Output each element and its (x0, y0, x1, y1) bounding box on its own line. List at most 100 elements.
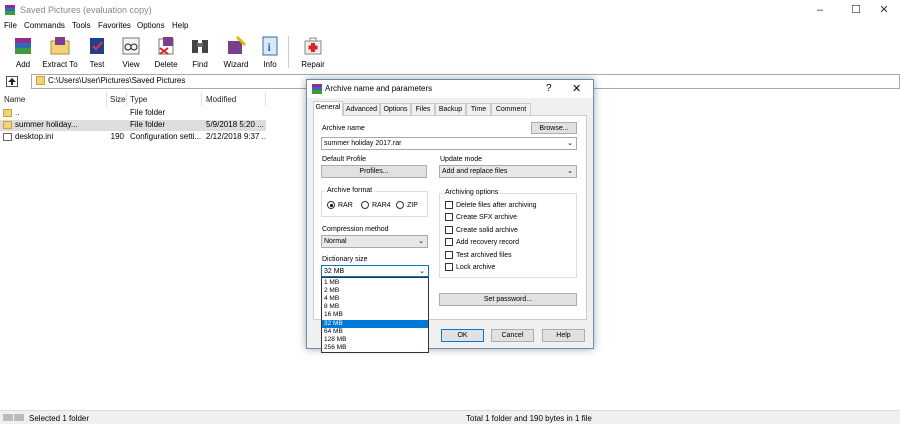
menu-bar (0, 19, 900, 32)
archive-name-value: summer holiday 2017.rar (324, 140, 402, 147)
drive-icon[interactable] (3, 414, 13, 421)
file-modified: 5/9/2018 5:20 ... (206, 120, 264, 129)
tab-general[interactable]: General (313, 101, 343, 116)
key-icon[interactable] (14, 414, 24, 421)
tab-advanced[interactable]: Advanced (343, 103, 380, 115)
dictionary-option[interactable]: 2 MB (322, 287, 428, 295)
lock-archive-checkbox[interactable] (445, 263, 453, 271)
test-archived-label: Test archived files (456, 252, 512, 259)
chevron-down-icon[interactable]: ⌄ (567, 138, 573, 149)
file-type: File folder (130, 108, 166, 117)
dialog-title: Archive name and parameters (325, 84, 433, 93)
tab-backup[interactable]: Backup (435, 103, 466, 115)
format-rar4-radio[interactable] (361, 201, 369, 209)
menu-tools[interactable]: Tools (72, 21, 91, 30)
window-title: Saved Pictures (evaluation copy) (20, 5, 152, 15)
chevron-down-icon: ⌄ (418, 238, 424, 245)
wizard-icon (228, 35, 247, 54)
chevron-down-icon: ⌄ (567, 168, 573, 175)
repair-button[interactable]: Repair (296, 33, 330, 73)
ok-button[interactable]: OK (441, 329, 484, 342)
delete-icon (158, 37, 174, 55)
set-password-button[interactable]: Set password... (439, 293, 577, 306)
table-row[interactable]: summer holiday... File folder 5/9/2018 5… (0, 120, 266, 131)
winrar-add-icon (15, 38, 31, 54)
create-solid-checkbox[interactable] (445, 226, 453, 234)
column-header-modified[interactable]: Modified (206, 95, 236, 104)
add-button[interactable]: Add (6, 33, 40, 73)
lock-archive-label: Lock archive (456, 264, 496, 271)
menu-help[interactable]: Help (172, 21, 188, 30)
file-modified: 2/12/2018 9:37 ... (206, 132, 266, 141)
dialog-help-button[interactable]: ? (546, 83, 552, 94)
binoculars-icon (192, 40, 208, 53)
test-book-icon (90, 38, 104, 54)
dictionary-size-select[interactable]: 32 MB ⌄ (321, 265, 429, 277)
cancel-button[interactable]: Cancel (491, 329, 534, 342)
status-bar (0, 410, 900, 424)
dictionary-option[interactable]: 64 MB (322, 328, 428, 336)
folder-icon (36, 76, 45, 85)
table-row[interactable]: .. File folder (0, 108, 266, 119)
profiles-button[interactable]: Profiles... (321, 165, 427, 178)
repair-label: Repair (301, 60, 325, 69)
menu-file[interactable]: File (4, 21, 17, 30)
up-folder-button[interactable] (6, 76, 18, 87)
toolbar-separator (288, 36, 289, 68)
compression-method-label: Compression method (322, 226, 389, 233)
browse-button[interactable]: Browse... (531, 122, 577, 134)
folder-icon (3, 121, 12, 129)
test-archived-checkbox[interactable] (445, 251, 453, 259)
file-type: Configuration setti... (130, 132, 202, 141)
format-rar4-label: RAR4 (372, 202, 391, 209)
help-button[interactable]: Help (542, 329, 585, 342)
create-sfx-checkbox[interactable] (445, 213, 453, 221)
info-icon: i (262, 36, 278, 56)
column-header-type[interactable]: Type (130, 95, 147, 104)
tab-files[interactable]: Files (411, 103, 435, 115)
close-button[interactable]: ✕ (868, 0, 900, 20)
tab-comment[interactable]: Comment (491, 103, 531, 115)
file-name: summer holiday... (15, 120, 78, 129)
archive-name-field[interactable]: summer holiday 2017.rar ⌄ (321, 137, 577, 150)
tab-time[interactable]: Time (466, 103, 491, 115)
menu-options[interactable]: Options (137, 21, 165, 30)
table-row[interactable]: desktop.ini 190 Configuration setti... 2… (0, 132, 266, 143)
folder-icon (3, 109, 12, 117)
column-header-size[interactable]: Size (110, 95, 126, 104)
menu-commands[interactable]: Commands (24, 21, 65, 30)
column-separator (126, 92, 127, 106)
dictionary-option[interactable]: 256 MB (322, 344, 428, 352)
file-type: File folder (130, 120, 166, 129)
tab-options[interactable]: Options (380, 103, 411, 115)
format-zip-label: ZIP (407, 202, 418, 209)
format-zip-radio[interactable] (396, 201, 404, 209)
format-rar-radio[interactable] (327, 201, 335, 209)
first-aid-kit-icon (304, 37, 322, 55)
info-button[interactable]: i Info (253, 33, 287, 73)
archive-format-label: Archive format (325, 187, 375, 194)
menu-favorites[interactable]: Favorites (98, 21, 131, 30)
archive-name-label: Archive name (322, 125, 365, 132)
status-selection: Selected 1 folder (29, 414, 90, 423)
winrar-app-icon (5, 5, 15, 15)
dictionary-option[interactable]: 128 MB (322, 336, 428, 344)
extract-to-button[interactable]: Extract To (42, 33, 78, 73)
dictionary-size-value: 32 MB (324, 268, 345, 275)
dictionary-option[interactable]: 8 MB (322, 303, 428, 311)
update-mode-select[interactable]: Add and replace files ⌄ (439, 165, 577, 178)
dictionary-option[interactable]: 4 MB (322, 295, 428, 303)
info-label: Info (263, 60, 277, 69)
find-button[interactable]: Find (183, 33, 217, 73)
dictionary-option[interactable]: 1 MB (322, 279, 428, 287)
delete-after-checkbox[interactable] (445, 201, 453, 209)
dialog-close-button[interactable]: ✕ (572, 82, 581, 95)
minimize-button[interactable]: – (804, 0, 836, 20)
view-glasses-icon (122, 37, 140, 55)
compression-method-select[interactable]: Normal ⌄ (321, 235, 428, 248)
dictionary-option-selected[interactable]: 32 MB (322, 319, 428, 328)
recovery-record-checkbox[interactable] (445, 238, 453, 246)
dictionary-option[interactable]: 16 MB (322, 311, 428, 319)
file-size: 190 (110, 132, 124, 141)
column-header-name[interactable]: Name (4, 95, 25, 104)
